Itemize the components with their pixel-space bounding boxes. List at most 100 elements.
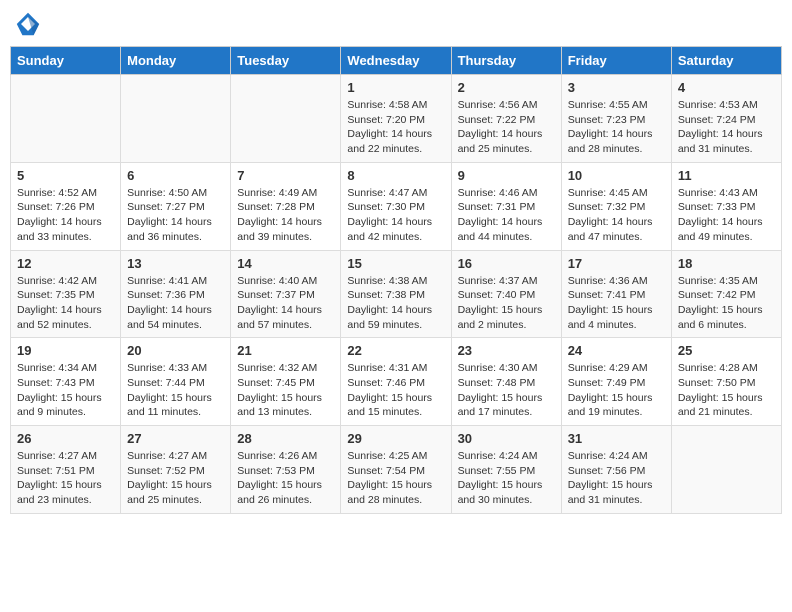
day-number: 12 xyxy=(17,256,114,271)
weekday-header-row: SundayMondayTuesdayWednesdayThursdayFrid… xyxy=(11,47,782,75)
day-info: Sunrise: 4:35 AMSunset: 7:42 PMDaylight:… xyxy=(678,274,775,333)
day-info: Sunrise: 4:27 AMSunset: 7:51 PMDaylight:… xyxy=(17,449,114,508)
day-number: 30 xyxy=(458,431,555,446)
day-info: Sunrise: 4:30 AMSunset: 7:48 PMDaylight:… xyxy=(458,361,555,420)
calendar-cell: 7 Sunrise: 4:49 AMSunset: 7:28 PMDaylight… xyxy=(231,162,341,250)
calendar-cell: 11Sunrise: 4:43 AMSunset: 7:33 PMDayligh… xyxy=(671,162,781,250)
day-info: Sunrise: 4:53 AMSunset: 7:24 PMDaylight:… xyxy=(678,98,775,157)
calendar-cell: 22Sunrise: 4:31 AMSunset: 7:46 PMDayligh… xyxy=(341,338,451,426)
calendar-cell: 12 Sunrise: 4:42 AMSunset: 7:35 PMDayligh… xyxy=(11,250,121,338)
day-number: 10 xyxy=(568,168,665,183)
calendar-week-row: 12 Sunrise: 4:42 AMSunset: 7:35 PMDayligh… xyxy=(11,250,782,338)
calendar-cell: 5 Sunrise: 4:52 AMSunset: 7:26 PMDaylight… xyxy=(11,162,121,250)
day-number: 22 xyxy=(347,343,444,358)
day-info: Sunrise: 4:33 AMSunset: 7:44 PMDaylight:… xyxy=(127,361,224,420)
day-number: 20 xyxy=(127,343,224,358)
weekday-header: Saturday xyxy=(671,47,781,75)
day-number: 9 xyxy=(458,168,555,183)
page-header xyxy=(10,10,782,38)
day-number: 17 xyxy=(568,256,665,271)
day-number: 29 xyxy=(347,431,444,446)
day-info: Sunrise: 4:52 AMSunset: 7:26 PMDaylight:… xyxy=(17,186,114,245)
calendar-cell: 3 Sunrise: 4:55 AMSunset: 7:23 PMDaylight… xyxy=(561,75,671,163)
day-info: Sunrise: 4:27 AMSunset: 7:52 PMDaylight:… xyxy=(127,449,224,508)
day-number: 1 xyxy=(347,80,444,95)
day-info: Sunrise: 4:37 AMSunset: 7:40 PMDaylight:… xyxy=(458,274,555,333)
day-info: Sunrise: 4:56 AMSunset: 7:22 PMDaylight:… xyxy=(458,98,555,157)
calendar-week-row: 1 Sunrise: 4:58 AMSunset: 7:20 PMDaylight… xyxy=(11,75,782,163)
day-info: Sunrise: 4:58 AMSunset: 7:20 PMDaylight:… xyxy=(347,98,444,157)
calendar-cell: 1 Sunrise: 4:58 AMSunset: 7:20 PMDaylight… xyxy=(341,75,451,163)
day-number: 18 xyxy=(678,256,775,271)
calendar-cell: 31 Sunrise: 4:24 AMSunset: 7:56 PMDayligh… xyxy=(561,426,671,514)
calendar-cell xyxy=(671,426,781,514)
calendar-week-row: 5 Sunrise: 4:52 AMSunset: 7:26 PMDaylight… xyxy=(11,162,782,250)
calendar-cell: 27 Sunrise: 4:27 AMSunset: 7:52 PMDayligh… xyxy=(121,426,231,514)
day-info: Sunrise: 4:47 AMSunset: 7:30 PMDaylight:… xyxy=(347,186,444,245)
day-info: Sunrise: 4:49 AMSunset: 7:28 PMDaylight:… xyxy=(237,186,334,245)
calendar-cell: 21 Sunrise: 4:32 AMSunset: 7:45 PMDayligh… xyxy=(231,338,341,426)
day-info: Sunrise: 4:43 AMSunset: 7:33 PMDaylight:… xyxy=(678,186,775,245)
calendar-cell: 20 Sunrise: 4:33 AMSunset: 7:44 PMDayligh… xyxy=(121,338,231,426)
day-number: 8 xyxy=(347,168,444,183)
day-info: Sunrise: 4:41 AMSunset: 7:36 PMDaylight:… xyxy=(127,274,224,333)
calendar-cell: 25 Sunrise: 4:28 AMSunset: 7:50 PMDayligh… xyxy=(671,338,781,426)
day-number: 7 xyxy=(237,168,334,183)
calendar-cell: 6 Sunrise: 4:50 AMSunset: 7:27 PMDaylight… xyxy=(121,162,231,250)
day-info: Sunrise: 4:24 AMSunset: 7:56 PMDaylight:… xyxy=(568,449,665,508)
day-number: 23 xyxy=(458,343,555,358)
day-number: 13 xyxy=(127,256,224,271)
day-info: Sunrise: 4:38 AMSunset: 7:38 PMDaylight:… xyxy=(347,274,444,333)
weekday-header: Monday xyxy=(121,47,231,75)
weekday-header: Thursday xyxy=(451,47,561,75)
calendar-cell: 14Sunrise: 4:40 AMSunset: 7:37 PMDayligh… xyxy=(231,250,341,338)
calendar-cell: 23 Sunrise: 4:30 AMSunset: 7:48 PMDayligh… xyxy=(451,338,561,426)
day-info: Sunrise: 4:34 AMSunset: 7:43 PMDaylight:… xyxy=(17,361,114,420)
day-number: 28 xyxy=(237,431,334,446)
calendar-cell xyxy=(11,75,121,163)
calendar-cell: 16 Sunrise: 4:37 AMSunset: 7:40 PMDayligh… xyxy=(451,250,561,338)
day-info: Sunrise: 4:25 AMSunset: 7:54 PMDaylight:… xyxy=(347,449,444,508)
day-number: 16 xyxy=(458,256,555,271)
logo xyxy=(14,10,46,38)
day-number: 25 xyxy=(678,343,775,358)
calendar-week-row: 26Sunrise: 4:27 AMSunset: 7:51 PMDayligh… xyxy=(11,426,782,514)
calendar-cell: 4 Sunrise: 4:53 AMSunset: 7:24 PMDaylight… xyxy=(671,75,781,163)
calendar-cell xyxy=(231,75,341,163)
logo-icon xyxy=(14,10,42,38)
day-number: 3 xyxy=(568,80,665,95)
day-info: Sunrise: 4:50 AMSunset: 7:27 PMDaylight:… xyxy=(127,186,224,245)
day-info: Sunrise: 4:42 AMSunset: 7:35 PMDaylight:… xyxy=(17,274,114,333)
calendar-cell: 10 Sunrise: 4:45 AMSunset: 7:32 PMDayligh… xyxy=(561,162,671,250)
day-info: Sunrise: 4:32 AMSunset: 7:45 PMDaylight:… xyxy=(237,361,334,420)
day-info: Sunrise: 4:45 AMSunset: 7:32 PMDaylight:… xyxy=(568,186,665,245)
calendar-cell: 24 Sunrise: 4:29 AMSunset: 7:49 PMDayligh… xyxy=(561,338,671,426)
weekday-header: Tuesday xyxy=(231,47,341,75)
day-number: 24 xyxy=(568,343,665,358)
day-number: 14 xyxy=(237,256,334,271)
day-number: 5 xyxy=(17,168,114,183)
calendar-cell: 13 Sunrise: 4:41 AMSunset: 7:36 PMDayligh… xyxy=(121,250,231,338)
calendar-cell: 29 Sunrise: 4:25 AMSunset: 7:54 PMDayligh… xyxy=(341,426,451,514)
day-info: Sunrise: 4:55 AMSunset: 7:23 PMDaylight:… xyxy=(568,98,665,157)
day-info: Sunrise: 4:28 AMSunset: 7:50 PMDaylight:… xyxy=(678,361,775,420)
day-info: Sunrise: 4:24 AMSunset: 7:55 PMDaylight:… xyxy=(458,449,555,508)
calendar-table: SundayMondayTuesdayWednesdayThursdayFrid… xyxy=(10,46,782,514)
calendar-cell: 30 Sunrise: 4:24 AMSunset: 7:55 PMDayligh… xyxy=(451,426,561,514)
day-info: Sunrise: 4:29 AMSunset: 7:49 PMDaylight:… xyxy=(568,361,665,420)
calendar-cell: 28Sunrise: 4:26 AMSunset: 7:53 PMDayligh… xyxy=(231,426,341,514)
day-info: Sunrise: 4:36 AMSunset: 7:41 PMDaylight:… xyxy=(568,274,665,333)
day-number: 6 xyxy=(127,168,224,183)
day-number: 2 xyxy=(458,80,555,95)
day-info: Sunrise: 4:46 AMSunset: 7:31 PMDaylight:… xyxy=(458,186,555,245)
day-number: 27 xyxy=(127,431,224,446)
day-number: 19 xyxy=(17,343,114,358)
day-number: 21 xyxy=(237,343,334,358)
weekday-header: Friday xyxy=(561,47,671,75)
calendar-cell: 9 Sunrise: 4:46 AMSunset: 7:31 PMDaylight… xyxy=(451,162,561,250)
day-number: 31 xyxy=(568,431,665,446)
calendar-cell: 19 Sunrise: 4:34 AMSunset: 7:43 PMDayligh… xyxy=(11,338,121,426)
day-number: 4 xyxy=(678,80,775,95)
weekday-header: Sunday xyxy=(11,47,121,75)
calendar-cell: 15Sunrise: 4:38 AMSunset: 7:38 PMDayligh… xyxy=(341,250,451,338)
